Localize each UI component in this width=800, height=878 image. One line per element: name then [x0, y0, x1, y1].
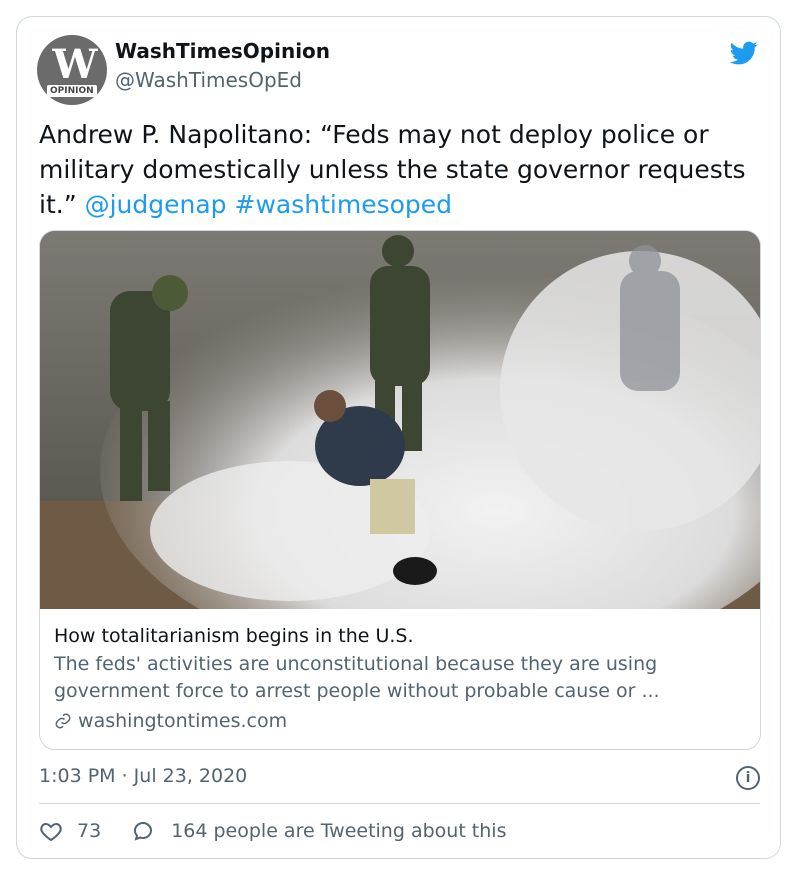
author-name[interactable]: WashTimesOpinion: [115, 39, 330, 63]
heart-icon[interactable]: [39, 819, 63, 843]
hashtag-link[interactable]: #washtimesoped: [235, 190, 453, 219]
tweet-card[interactable]: W OPINION WashTimesOpinion @WashTimesOpE…: [16, 16, 781, 859]
link-card-text[interactable]: How totalitarianism begins in the U.S. T…: [54, 623, 744, 735]
conversation-label[interactable]: 164 people are Tweeting about this: [171, 820, 506, 842]
avatar-monogram: W: [52, 41, 98, 88]
link-icon: [55, 713, 71, 729]
like-count[interactable]: 73: [77, 820, 101, 842]
link-card-description: The feds' activities are unconstitutiona…: [54, 653, 660, 702]
avatar-tag: OPINION: [47, 85, 97, 97]
author-handle[interactable]: @WashTimesOpEd: [115, 68, 302, 92]
speech-bubble-icon[interactable]: [131, 819, 155, 843]
tweet-text: Andrew P. Napolitano: “Feds may not depl…: [39, 117, 759, 222]
avatar[interactable]: W OPINION: [37, 35, 107, 105]
tweet-actions: 73 164 people are Tweeting about this: [39, 819, 506, 843]
link-card[interactable]: How totalitarianism begins in the U.S. T…: [39, 230, 761, 750]
link-card-title[interactable]: How totalitarianism begins in the U.S.: [54, 623, 744, 649]
link-domain-text[interactable]: washingtontimes.com: [78, 710, 287, 732]
link-card-domain[interactable]: washingtontimes.com: [54, 707, 744, 735]
divider: [39, 803, 760, 804]
tweet-timestamp[interactable]: 1:03 PM · Jul 23, 2020: [39, 765, 247, 787]
article-photo[interactable]: [40, 231, 760, 609]
twitter-bird-icon[interactable]: [728, 39, 760, 67]
info-icon[interactable]: i: [736, 766, 760, 790]
mention-link[interactable]: @judgenap: [85, 190, 227, 219]
